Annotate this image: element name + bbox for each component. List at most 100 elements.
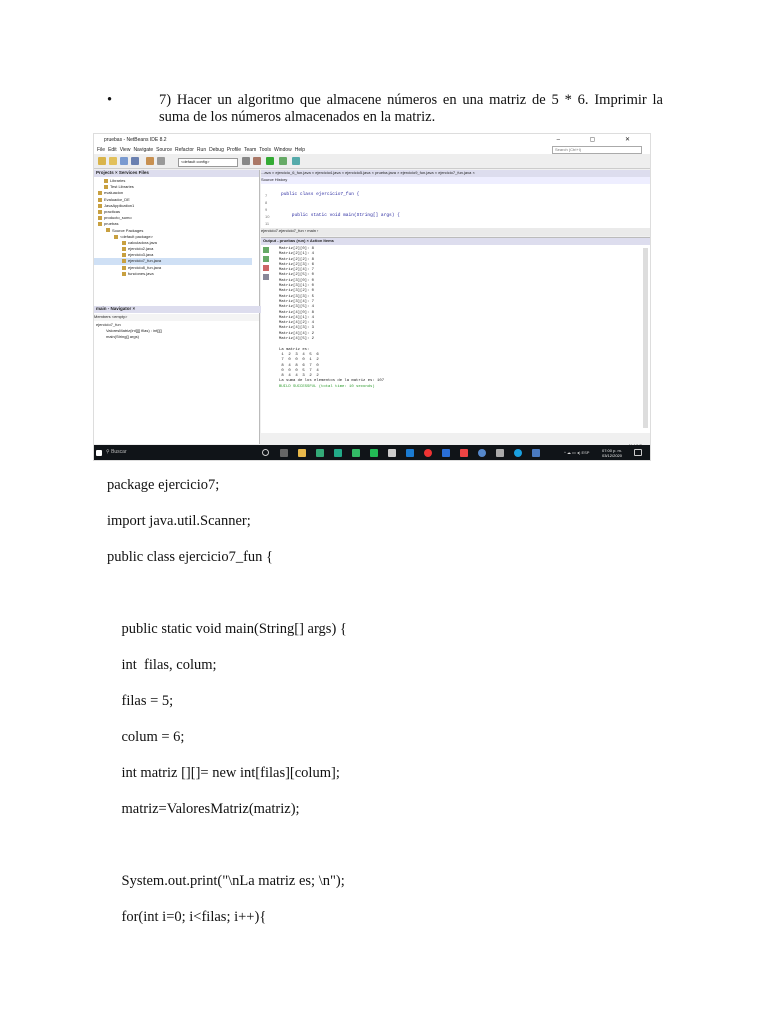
- code-editor: ...ava × ejercicio_6_fun.java × ejercici…: [261, 170, 650, 228]
- open-project-icon[interactable]: [120, 157, 128, 165]
- output-scrollbar[interactable]: [643, 248, 648, 428]
- rerun-icon[interactable]: [263, 256, 269, 262]
- config-select[interactable]: <default config>: [178, 158, 238, 167]
- projects-tabs[interactable]: Projects × Services Files: [94, 170, 259, 177]
- project-icon: [98, 209, 102, 214]
- code-line: colum = 6;: [107, 729, 185, 745]
- project-icon: [98, 197, 102, 202]
- projects-panel: Projects × Services Files Libraries Test…: [94, 170, 261, 444]
- windows-taskbar: ⚲ Buscar ^ ☁ ▭ ◂) ESP 07:00 p. m. 03/12/…: [94, 445, 650, 460]
- menu-source[interactable]: Source: [156, 147, 172, 153]
- app-icon[interactable]: [370, 449, 378, 457]
- project-icon: [98, 203, 102, 208]
- system-tray[interactable]: ^ ☁ ▭ ◂) ESP: [564, 450, 589, 455]
- java-file-icon: [122, 265, 126, 270]
- code-line: public static void main(String[] args) {: [107, 621, 347, 637]
- build-status: BUILD SUCCESSFUL (total time: 10 seconds…: [279, 384, 375, 389]
- menu-profile[interactable]: Profile: [227, 147, 241, 153]
- clean-build-icon[interactable]: [253, 157, 261, 165]
- output-header[interactable]: Output - pruebas (run) × Action Items: [261, 238, 650, 245]
- project-icon: [98, 191, 102, 196]
- settings-icon[interactable]: [263, 274, 269, 280]
- browser-icon[interactable]: [424, 449, 432, 457]
- java-file-icon: [122, 253, 126, 258]
- app-icon[interactable]: [496, 449, 504, 457]
- new-file-icon[interactable]: [109, 157, 117, 165]
- project-tree: Libraries Test Libraries evaluacion Eval…: [94, 178, 252, 277]
- tree-item[interactable]: funciones.java: [94, 271, 252, 277]
- java-file-icon: [122, 271, 126, 276]
- project-icon: [98, 222, 102, 227]
- new-project-icon[interactable]: [98, 157, 106, 165]
- app-icon[interactable]: [460, 449, 468, 457]
- search-input[interactable]: Search (Ctrl+I): [552, 146, 642, 154]
- clock[interactable]: 07:00 p. m. 03/12/2020: [602, 448, 622, 458]
- library-icon: [104, 178, 108, 183]
- store-icon[interactable]: [298, 449, 306, 457]
- output-text: Matriz[2][0]: 8 Matriz[2][1]: 4 Matriz[2][…: [279, 247, 384, 390]
- window-controls[interactable]: – ▢ ✕: [557, 136, 644, 143]
- java-file-icon: [122, 259, 126, 264]
- menu-help[interactable]: Help: [295, 147, 305, 153]
- java-file-icon: [122, 247, 126, 251]
- folder-icon: [106, 228, 110, 233]
- menu-run[interactable]: Run: [197, 147, 206, 153]
- taskbar-search[interactable]: ⚲ Buscar: [106, 449, 246, 457]
- app-icon[interactable]: [388, 449, 396, 457]
- code-line: filas = 5;: [107, 693, 174, 709]
- app-icon[interactable]: [514, 449, 522, 457]
- menu-debug[interactable]: Debug: [209, 147, 224, 153]
- app-icon[interactable]: [352, 449, 360, 457]
- app-icon[interactable]: [478, 449, 486, 457]
- menu-navigate[interactable]: Navigate: [133, 147, 153, 153]
- code-line: package ejercicio7;: [107, 477, 220, 493]
- navigator-header[interactable]: main - Navigator ×: [94, 306, 261, 313]
- editor-tabs[interactable]: ...ava × ejercicio_6_fun.java × ejercici…: [261, 170, 650, 177]
- menu-refactor[interactable]: Refactor: [175, 147, 194, 153]
- rerun-icon[interactable]: [263, 247, 269, 253]
- navigator-method[interactable]: main(String[] args): [96, 334, 162, 340]
- stop-icon[interactable]: [263, 265, 269, 271]
- netbeans-screenshot: pruebas - NetBeans IDE 8.2 – ▢ ✕ File Edi…: [93, 133, 651, 461]
- package-icon: [114, 234, 118, 239]
- menu-edit[interactable]: Edit: [108, 147, 117, 153]
- app-icon[interactable]: [442, 449, 450, 457]
- title-bar: pruebas - NetBeans IDE 8.2 – ▢ ✕: [94, 134, 650, 145]
- debug-icon[interactable]: [279, 157, 287, 165]
- start-icon[interactable]: [96, 450, 102, 456]
- code-line: matriz=ValoresMatriz(matriz);: [107, 801, 300, 817]
- profile-icon[interactable]: [292, 157, 300, 165]
- code-line: public class ejercicio7_fun {: [107, 549, 273, 565]
- cortana-icon[interactable]: [262, 449, 269, 456]
- menu-window[interactable]: Window: [274, 147, 292, 153]
- run-icon[interactable]: [266, 157, 274, 165]
- menu-tools[interactable]: Tools: [259, 147, 271, 153]
- navigator-filter[interactable]: Members <empty>: [94, 314, 259, 321]
- bullet: •: [107, 92, 113, 108]
- code-line: int matriz [][]= new int[filas][colum];: [107, 765, 340, 781]
- app-icon[interactable]: [406, 449, 414, 457]
- menu-team[interactable]: Team: [244, 147, 256, 153]
- editor-toolbar[interactable]: Source History: [261, 177, 650, 184]
- code-line: int filas, colum;: [107, 657, 217, 673]
- code-line: import java.util.Scanner;: [107, 513, 251, 529]
- project-icon: [98, 216, 102, 221]
- breadcrumb[interactable]: ejercicio7.ejercicio7_fun › main ›: [261, 228, 650, 236]
- library-icon: [104, 185, 108, 190]
- notifications-icon[interactable]: [634, 449, 642, 456]
- menu-view[interactable]: View: [120, 147, 131, 153]
- navigator-tree: ejercicio7_fun ValoresMatriz(int[][] fil…: [96, 322, 162, 340]
- netbeans-icon[interactable]: [532, 449, 540, 457]
- save-all-icon[interactable]: [131, 157, 139, 165]
- app-icon[interactable]: [316, 449, 324, 457]
- output-line: La suma de los elementos de la matriz es…: [279, 379, 385, 384]
- build-icon[interactable]: [242, 157, 250, 165]
- undo-icon[interactable]: [146, 157, 154, 165]
- task-view-icon[interactable]: [280, 449, 288, 457]
- task-paragraph: • 7) Hacer un algoritmo que almacene núm…: [107, 92, 663, 126]
- redo-icon[interactable]: [157, 157, 165, 165]
- app-icon[interactable]: [334, 449, 342, 457]
- menu-file[interactable]: File: [97, 147, 105, 153]
- editor-code[interactable]: public class ejercicio7_fun { public sta…: [281, 192, 400, 220]
- output-side-buttons: [263, 247, 271, 283]
